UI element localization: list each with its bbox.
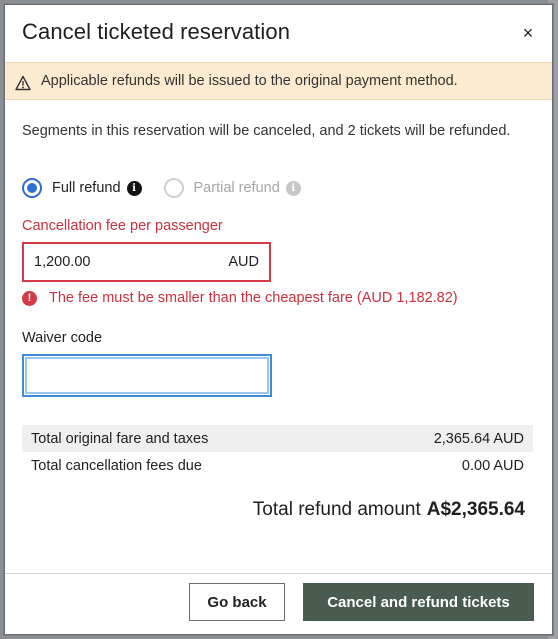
partial-refund-radio bbox=[163, 178, 184, 198]
dialog-title: Cancel ticketed reservation bbox=[22, 19, 291, 44]
info-icon: i bbox=[285, 180, 301, 196]
banner-text: Applicable refunds will be issued to the… bbox=[41, 73, 458, 89]
go-back-button[interactable]: Go back bbox=[189, 583, 285, 621]
summary-row-value: 2,365.64 AUD bbox=[433, 430, 524, 447]
waiver-code-label: Waiver code bbox=[22, 330, 103, 346]
cancellation-fee-input[interactable]: 1,200.00 AUD bbox=[22, 242, 271, 282]
info-icon[interactable]: i bbox=[126, 180, 142, 196]
total-refund: Total refund amount A$2,365.64 bbox=[253, 499, 525, 521]
cancellation-fee-label: Cancellation fee per passenger bbox=[22, 218, 223, 234]
reservation-description: Segments in this reservation will be can… bbox=[22, 123, 511, 139]
cancellation-fee-value[interactable]: 1,200.00 bbox=[34, 254, 90, 270]
cancel-and-refund-button[interactable]: Cancel and refund tickets bbox=[303, 583, 534, 621]
close-icon[interactable]: × bbox=[516, 21, 540, 45]
waiver-code-input[interactable] bbox=[22, 354, 272, 397]
warning-icon bbox=[15, 75, 31, 91]
summary-row-label: Total cancellation fees due bbox=[31, 457, 202, 474]
summary-row: Total original fare and taxes 2,365.64 A… bbox=[22, 425, 533, 452]
summary-row-label: Total original fare and taxes bbox=[31, 430, 209, 447]
partial-refund-label: Partial refund bbox=[193, 180, 280, 196]
cancel-reservation-dialog: Cancel ticketed reservation × Applicable… bbox=[4, 4, 553, 635]
dialog-footer: Go back Cancel and refund tickets bbox=[5, 573, 552, 634]
refund-type-group: Full refund i Partial refund i bbox=[22, 177, 301, 199]
summary-row: Total cancellation fees due 0.00 AUD bbox=[22, 452, 533, 479]
full-refund-label[interactable]: Full refund bbox=[52, 180, 121, 196]
fee-error-message: ! The fee must be smaller than the cheap… bbox=[22, 290, 458, 306]
refund-summary: Total original fare and taxes 2,365.64 A… bbox=[22, 425, 533, 479]
total-refund-amount: A$2,365.64 bbox=[426, 499, 525, 520]
full-refund-radio[interactable] bbox=[22, 178, 42, 198]
summary-row-value: 0.00 AUD bbox=[461, 457, 524, 474]
refund-info-banner: Applicable refunds will be issued to the… bbox=[5, 62, 552, 100]
cancellation-fee-currency: AUD bbox=[228, 254, 259, 270]
total-refund-label: Total refund amount bbox=[252, 499, 421, 520]
dialog-header: Cancel ticketed reservation × bbox=[5, 5, 552, 61]
error-icon: ! bbox=[22, 290, 37, 306]
fee-error-text: The fee must be smaller than the cheapes… bbox=[49, 290, 458, 306]
